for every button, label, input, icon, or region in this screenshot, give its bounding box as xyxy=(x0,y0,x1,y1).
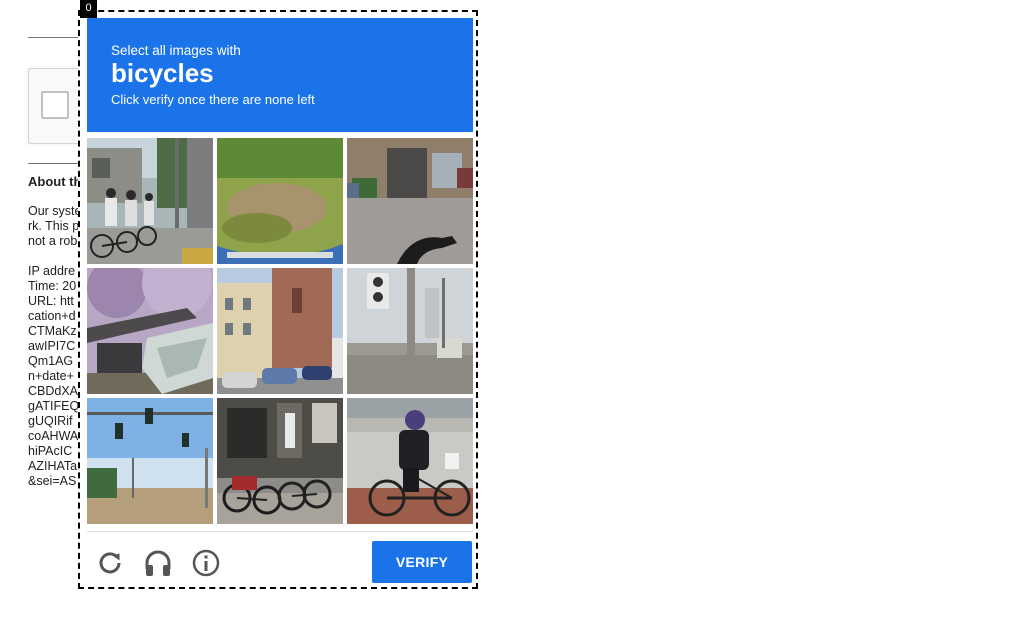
request-details: IP addre Time: 20 URL: htt cation+d CTMa… xyxy=(28,264,80,488)
image-tile-1[interactable] xyxy=(87,138,213,264)
target-object: bicycles xyxy=(111,58,214,88)
image-tile-8[interactable] xyxy=(217,398,343,524)
not-a-robot-checkbox[interactable] xyxy=(41,91,69,119)
image-tile-5[interactable] xyxy=(217,268,343,394)
about-paragraph: Our syste rk. This p not a rob xyxy=(28,204,82,248)
instruction-prefix: Select all images with xyxy=(111,43,241,58)
footer-divider xyxy=(87,531,473,532)
reload-icon[interactable] xyxy=(94,547,126,579)
image-tile-3[interactable] xyxy=(347,138,473,264)
verify-button[interactable]: VERIFY xyxy=(372,541,472,583)
instruction-suffix: Click verify once there are none left xyxy=(111,92,315,107)
info-icon[interactable] xyxy=(190,547,222,579)
image-tile-7[interactable] xyxy=(87,398,213,524)
about-heading: About th xyxy=(28,174,82,189)
frame-index-badge: 0 xyxy=(80,0,97,18)
challenge-header: Select all images with bicycles Click ve… xyxy=(87,18,473,132)
image-tile-6[interactable] xyxy=(347,268,473,394)
image-tile-4[interactable] xyxy=(87,268,213,394)
headphones-icon[interactable] xyxy=(142,547,174,579)
image-tile-9[interactable] xyxy=(347,398,473,524)
page: About th Our syste rk. This p not a rob … xyxy=(0,0,1024,629)
image-tile-2[interactable] xyxy=(217,138,343,264)
image-grid xyxy=(87,138,473,524)
